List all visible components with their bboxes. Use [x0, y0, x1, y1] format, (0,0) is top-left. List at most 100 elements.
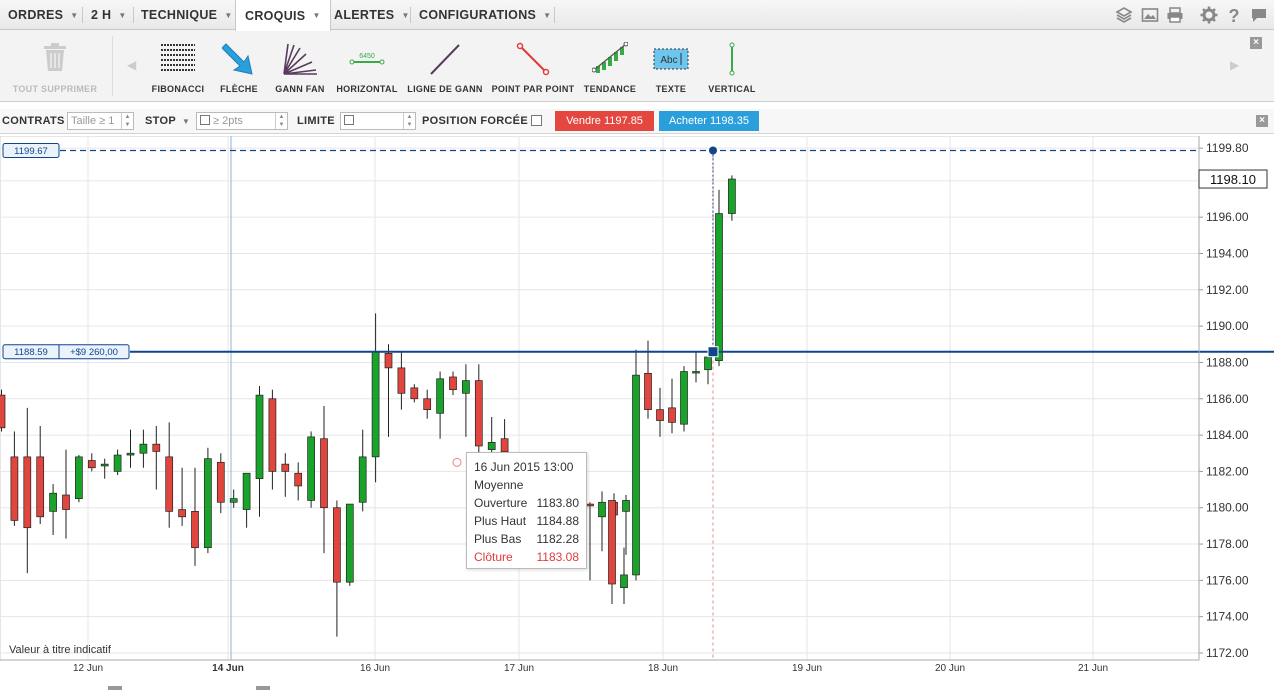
position-pnl: +$9 260,00	[70, 347, 118, 358]
candle-body	[62, 494, 70, 510]
tool-gann-fan[interactable]: GANN FAN	[268, 30, 332, 102]
menu-technique[interactable]: TECHNIQUE ▼	[141, 0, 233, 30]
candle-body	[178, 509, 186, 518]
horizontal-line-icon: 6450	[349, 53, 385, 65]
tooltip-row: Ouverture 1183.80	[474, 496, 579, 510]
chat-icon[interactable]	[1250, 6, 1268, 24]
candle-body	[49, 492, 57, 512]
candle-body	[307, 436, 315, 501]
chevron-down-icon: ▼	[543, 10, 552, 20]
layers-icon[interactable]	[1115, 6, 1133, 24]
candle-body	[191, 511, 199, 549]
candle-body	[397, 367, 406, 394]
chevron-down-icon: ▼	[224, 10, 233, 20]
tooltip-row: Plus Bas 1182.28	[474, 532, 579, 546]
y-tick-label: 1186.00	[1206, 392, 1249, 406]
svg-text:6450: 6450	[359, 53, 375, 60]
price-chart[interactable]: 1199.671188.59+$9 260,00 1199.801198.001…	[0, 136, 1274, 690]
contracts-label: CONTRATS	[2, 115, 65, 127]
sell-button[interactable]: Vendre 1197.85	[555, 111, 654, 131]
chevron-down-icon: ▼	[312, 11, 321, 20]
candle-body	[87, 460, 96, 469]
candle-body	[294, 472, 303, 487]
y-tick-label: 1194.00	[1206, 246, 1249, 260]
point-to-point-icon	[516, 42, 550, 76]
candle-body	[384, 353, 393, 369]
spinner-icon[interactable]: ▲ ▼	[121, 113, 133, 129]
buy-button[interactable]: Acheter 1198.35	[659, 111, 759, 131]
candle-body	[608, 500, 616, 585]
vertical-line-icon	[729, 42, 735, 76]
chevron-down-icon: ▼	[70, 10, 79, 20]
limit-input[interactable]: ▲ ▼	[340, 112, 416, 130]
candle-body	[656, 409, 664, 421]
tool-gann-line[interactable]: LIGNE DE GANN	[402, 30, 488, 102]
trash-icon	[44, 43, 66, 71]
scroll-left-arrow[interactable]: ◀	[127, 58, 136, 72]
limit-checkbox[interactable]	[344, 115, 354, 125]
y-tick-label: 1192.00	[1206, 283, 1249, 297]
candle-body	[36, 456, 45, 518]
menu-orders[interactable]: ORDRES ▼	[8, 0, 79, 30]
scrollbar-handle	[256, 686, 270, 690]
position-level-value: 1188.59	[14, 347, 48, 358]
tool-trend[interactable]: TENDANCE	[578, 30, 642, 102]
gear-icon[interactable]	[1200, 6, 1218, 24]
tool-point-to-point[interactable]: POINT PAR POINT	[488, 30, 578, 102]
candle-body	[165, 456, 174, 512]
forced-position-label: POSITION FORCÉE	[422, 115, 528, 127]
svg-text:?: ?	[1229, 6, 1240, 24]
stop-checkbox[interactable]	[200, 115, 210, 125]
drawing-tools-bar: TOUT SUPPRIMER ◀ FIBONACCI FLÈCHE GANN F…	[0, 30, 1274, 102]
image-icon[interactable]	[1141, 6, 1159, 24]
menu-croquis[interactable]: CROQUIS ▼	[235, 0, 331, 31]
menu-timeframe[interactable]: 2 H ▼	[91, 0, 127, 30]
candle-body	[75, 456, 83, 499]
candle-body	[474, 380, 483, 447]
x-axis: 12 Jun 14 Jun 16 Jun 17 Jun 18 Jun 19 Jun 20 J…	[0, 659, 1199, 690]
tool-horizontal[interactable]: 6450 HORIZONTAL	[332, 30, 402, 102]
candle-body	[10, 456, 19, 521]
scroll-right-arrow[interactable]: ▶	[1230, 58, 1239, 72]
gann-fan-icon	[283, 43, 317, 75]
candle-body	[620, 574, 628, 588]
tool-arrow[interactable]: FLÈCHE	[210, 30, 268, 102]
contracts-input[interactable]: Taille ≥ 1 ▲ ▼	[67, 112, 134, 130]
candle-body	[462, 380, 470, 394]
candle-body	[216, 461, 225, 503]
candle-body	[423, 398, 432, 411]
spinner-icon[interactable]: ▲ ▼	[275, 113, 287, 129]
tool-vertical[interactable]: VERTICAL	[700, 30, 764, 102]
print-icon[interactable]	[1166, 6, 1184, 24]
candle-body	[281, 463, 290, 472]
help-icon[interactable]: ?	[1225, 6, 1243, 24]
stop-dropdown[interactable]: STOP ▼	[145, 115, 190, 127]
menu-alerts[interactable]: ALERTES ▼	[334, 0, 410, 30]
close-icon[interactable]: ×	[1256, 115, 1268, 127]
order-bar: CONTRATS Taille ≥ 1 ▲ ▼ STOP ▼ ≥ 2pts ▲ ▼ LIM…	[0, 109, 1274, 134]
tool-fibonacci[interactable]: FIBONACCI	[146, 30, 210, 102]
arrow-icon	[222, 43, 253, 75]
candle-body	[692, 371, 700, 374]
forced-position-checkbox[interactable]	[531, 115, 542, 126]
menu-configurations[interactable]: CONFIGURATIONS ▼	[419, 0, 551, 30]
candle-body	[598, 501, 606, 518]
candle-body	[622, 500, 630, 512]
y-tick-label: 1182.00	[1206, 464, 1249, 478]
candle-body	[644, 372, 652, 411]
candle-body	[668, 407, 676, 423]
candle-body	[229, 498, 238, 503]
x-tick-label: 18 Jun	[648, 663, 678, 674]
candle-body	[728, 178, 736, 214]
x-tick-label: 20 Jun	[935, 663, 965, 674]
spinner-icon[interactable]: ▲ ▼	[403, 113, 415, 129]
y-tick-label: 1178.00	[1206, 537, 1249, 551]
candle-body	[100, 463, 109, 467]
candle-body	[23, 456, 32, 529]
tool-text[interactable]: Abc TEXTE	[642, 30, 700, 102]
stop-input[interactable]: ≥ 2pts ▲ ▼	[196, 112, 288, 130]
close-icon[interactable]: ×	[1250, 37, 1262, 49]
tooltip-type: Moyenne	[474, 478, 524, 492]
x-tick-label: 12 Jun	[73, 663, 103, 674]
position-handle	[707, 346, 719, 358]
